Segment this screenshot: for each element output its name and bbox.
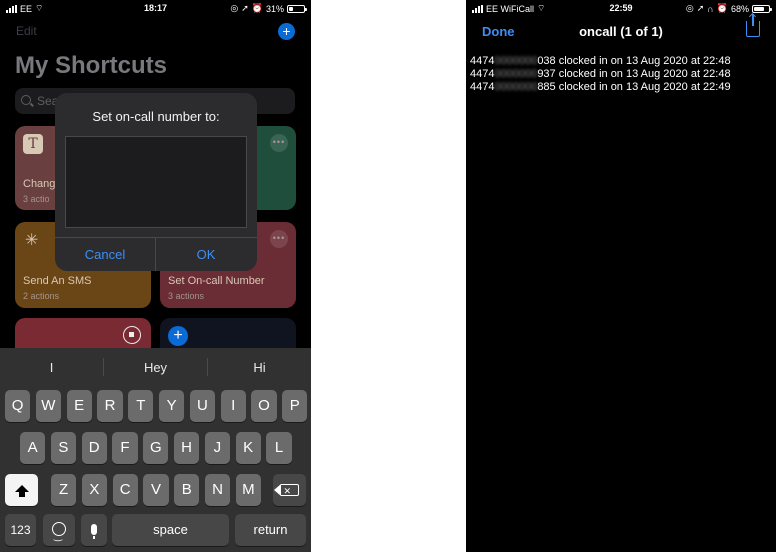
shortcut-name: Chang	[23, 178, 56, 190]
alarm-icon: ⏰	[251, 3, 263, 13]
return-key[interactable]: return	[235, 514, 306, 546]
oncall-number-input[interactable]	[65, 136, 247, 228]
alarm-icon: ⏰	[716, 3, 728, 13]
ok-button[interactable]: OK	[156, 238, 256, 271]
redacted-digits: 0000000	[494, 68, 538, 80]
screen-lock-icon: ◎	[230, 3, 239, 13]
key-h[interactable]: H	[174, 432, 200, 464]
key-z[interactable]: Z	[51, 474, 77, 506]
redacted-digits: 0000000	[494, 55, 538, 67]
shortcut-name: Set On-call Number	[168, 275, 265, 287]
sparkle-icon: ✳	[25, 232, 39, 249]
text-icon: T	[23, 134, 43, 154]
status-bar: EE WiFiCall ⌔ 22:59 ◎ ➚ ∩ ⏰ 68%	[466, 0, 776, 16]
key-e[interactable]: E	[66, 390, 92, 422]
location-icon: ➚	[696, 3, 705, 13]
key-d[interactable]: D	[81, 432, 107, 464]
backspace-key[interactable]	[273, 474, 306, 507]
more-icon[interactable]: •••	[270, 134, 288, 152]
key-u[interactable]: U	[189, 390, 215, 422]
share-icon[interactable]	[746, 14, 760, 37]
oncall-number-dialog: Set on-call number to: Cancel OK	[55, 93, 257, 271]
key-r[interactable]: R	[97, 390, 123, 422]
emoji-icon	[52, 521, 66, 552]
key-b[interactable]: B	[174, 474, 200, 506]
key-p[interactable]: P	[282, 390, 308, 422]
key-n[interactable]: N	[205, 474, 231, 506]
dialog-title: Set on-call number to:	[92, 109, 220, 124]
battery-percent: 68%	[730, 3, 749, 14]
key-v[interactable]: V	[143, 474, 169, 506]
status-bar: EE ⌔ 18:17 ◎ ➚ ⏰ 31%	[0, 0, 311, 16]
key-y[interactable]: Y	[159, 390, 185, 422]
key-l[interactable]: L	[266, 432, 292, 464]
key-q[interactable]: Q	[5, 390, 31, 422]
key-c[interactable]: C	[112, 474, 138, 506]
file-title: oncall (1 of 1)	[579, 24, 663, 39]
file-preview-phone: EE WiFiCall ⌔ 22:59 ◎ ➚ ∩ ⏰ 68% Done onc…	[466, 0, 776, 552]
dictation-key[interactable]	[81, 514, 107, 546]
numbers-key[interactable]: 123	[5, 514, 36, 546]
key-w[interactable]: W	[35, 390, 61, 422]
key-o[interactable]: O	[251, 390, 277, 422]
shortcut-actions-count: 3 actio	[23, 194, 50, 204]
keyboard: I Hey Hi QWERTYUIOPASDFGHJKLZXCVBNM 123 …	[0, 348, 311, 552]
cancel-button[interactable]: Cancel	[55, 238, 155, 271]
key-a[interactable]: A	[20, 432, 46, 464]
key-i[interactable]: I	[220, 390, 246, 422]
add-shortcut-button[interactable]: +	[278, 23, 295, 40]
key-j[interactable]: J	[204, 432, 230, 464]
log-line: 44740000000885 clocked in on 13 Aug 2020…	[470, 81, 731, 93]
shift-key[interactable]	[5, 474, 38, 506]
predictive-bar: I Hey Hi	[0, 348, 311, 386]
edit-button[interactable]: Edit	[16, 24, 37, 38]
key-x[interactable]: X	[81, 474, 107, 506]
battery-icon	[287, 4, 307, 13]
screenshot-stage: EE ⌔ 18:17 ◎ ➚ ⏰ 31% Edit + My Shortcuts…	[0, 0, 776, 552]
space-key[interactable]: space	[112, 514, 229, 546]
prediction-3[interactable]: Hi	[208, 348, 311, 386]
prediction-1[interactable]: I	[0, 348, 103, 386]
search-icon	[21, 95, 31, 105]
key-k[interactable]: K	[235, 432, 261, 464]
oncall-log: 44740000000038 clocked in on 13 Aug 2020…	[470, 55, 731, 94]
more-icon[interactable]: •••	[270, 230, 288, 248]
shortcut-name: Send An SMS	[23, 275, 92, 287]
key-m[interactable]: M	[235, 474, 261, 506]
log-line: 44740000000038 clocked in on 13 Aug 2020…	[470, 55, 731, 67]
shortcut-actions-count: 3 actions	[168, 291, 205, 301]
redacted-digits: 0000000	[494, 81, 538, 93]
microphone-icon	[91, 524, 97, 539]
key-f[interactable]: F	[112, 432, 138, 464]
screen-lock-icon: ◎	[685, 3, 694, 13]
stop-icon[interactable]	[123, 326, 141, 344]
location-icon: ➚	[241, 3, 249, 13]
headphones-icon: ∩	[707, 3, 714, 14]
battery-icon	[752, 4, 772, 13]
shortcuts-phone: EE ⌔ 18:17 ◎ ➚ ⏰ 31% Edit + My Shortcuts…	[0, 0, 311, 552]
key-g[interactable]: G	[143, 432, 169, 464]
prediction-2[interactable]: Hey	[104, 348, 207, 386]
battery-percent: 31%	[265, 3, 284, 14]
preview-nav-bar: Done oncall (1 of 1)	[466, 14, 776, 46]
log-line: 44740000000937 clocked in on 13 Aug 2020…	[470, 68, 731, 80]
key-s[interactable]: S	[50, 432, 76, 464]
key-t[interactable]: T	[128, 390, 154, 422]
backspace-icon	[273, 475, 299, 507]
page-title: My Shortcuts	[15, 52, 168, 79]
emoji-key[interactable]	[43, 514, 75, 552]
plus-icon: +	[168, 326, 188, 346]
shortcut-actions-count: 2 actions	[23, 291, 60, 301]
